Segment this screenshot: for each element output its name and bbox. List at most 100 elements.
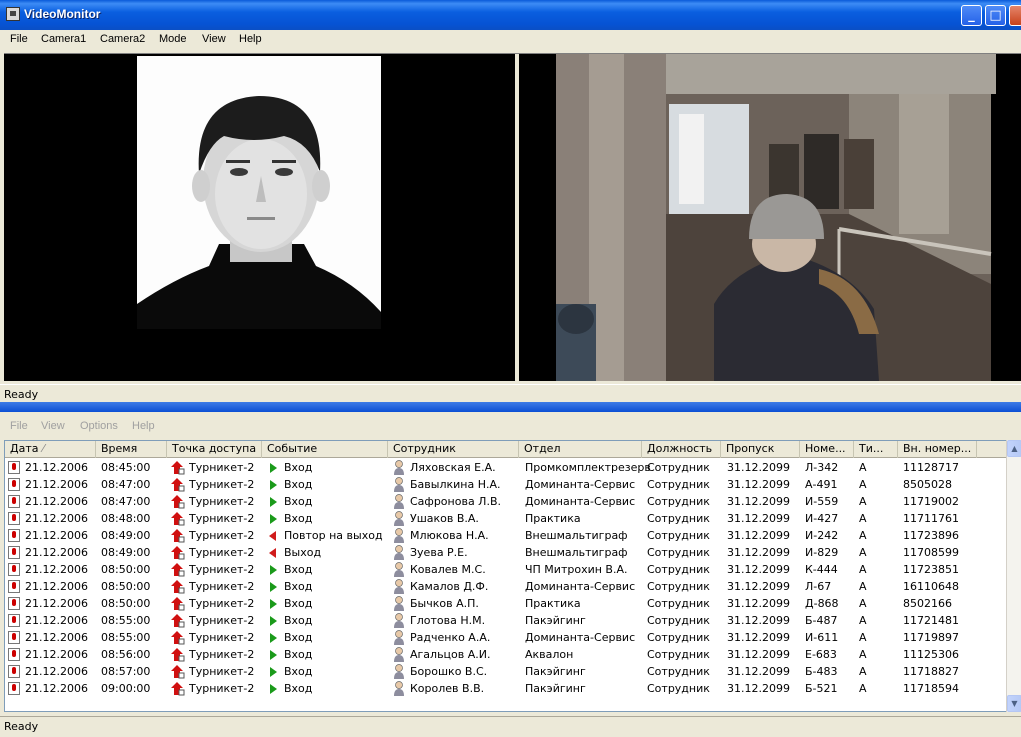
cell-date: 21.12.2006 [25, 495, 88, 508]
turnstile-arrow-icon [171, 546, 185, 560]
cell-date: 21.12.2006 [25, 682, 88, 695]
cell-pass: 31.12.2099 [727, 563, 790, 576]
cell-date: 21.12.2006 [25, 478, 88, 491]
col-department[interactable]: Отдел [519, 441, 642, 458]
cell-time: 08:56:00 [101, 648, 151, 661]
green-triangle-icon [270, 565, 277, 575]
cell-ext: 11723851 [903, 563, 959, 576]
table-row[interactable]: 21.12.2006 08:55:00 Турникет-2 Вход Глотова … [5, 612, 1006, 629]
col-access-point[interactable]: Точка доступа [167, 441, 262, 458]
col-type[interactable]: Ти... [854, 441, 898, 458]
green-triangle-icon [270, 633, 277, 643]
table-row[interactable]: 21.12.2006 08:50:00 Турникет-2 Вход Ковалев … [5, 561, 1006, 578]
close-button[interactable] [1009, 5, 1021, 26]
cell-event: Вход [284, 563, 313, 576]
cell-pass: 31.12.2099 [727, 648, 790, 661]
cell-dept: Пакэйгинг [525, 682, 586, 695]
cell-ext: 11719897 [903, 631, 959, 644]
cell-dept: Доминанта-Сервис [525, 495, 636, 508]
col-time[interactable]: Время [96, 441, 167, 458]
table-row[interactable]: 21.12.2006 08:56:00 Турникет-2 Вход Агальцов… [5, 646, 1006, 663]
cell-point: Турникет-2 [189, 461, 255, 474]
cell-dept: Внешмальтиграф [525, 546, 628, 559]
col-employee[interactable]: Сотрудник [388, 441, 519, 458]
cell-date: 21.12.2006 [25, 461, 88, 474]
col-event[interactable]: Событие [262, 441, 388, 458]
cell-pass: 31.12.2099 [727, 682, 790, 695]
table-row[interactable]: 21.12.2006 08:49:00 Турникет-2 Повтор на вы… [5, 527, 1006, 544]
table-row[interactable]: 21.12.2006 08:57:00 Турникет-2 Вход Борошко … [5, 663, 1006, 680]
cell-event: Вход [284, 631, 313, 644]
scroll-down-icon[interactable]: ▼ [1007, 695, 1021, 712]
table-row[interactable]: 21.12.2006 08:50:00 Турникет-2 Вход Камалов … [5, 578, 1006, 595]
table-row[interactable]: 21.12.2006 08:47:00 Турникет-2 Вход Бавылкин… [5, 476, 1006, 493]
menu-camera1[interactable]: Camera1 [41, 33, 86, 45]
cell-date: 21.12.2006 [25, 580, 88, 593]
menu2-options[interactable]: Options [80, 420, 118, 432]
cell-date: 21.12.2006 [25, 529, 88, 542]
cell-point: Турникет-2 [189, 546, 255, 559]
col-ext-number[interactable]: Вн. номер... [898, 441, 977, 458]
cell-pos: Сотрудник [647, 478, 710, 491]
cell-dept: Доминанта-Сервис [525, 631, 636, 644]
menu2-view[interactable]: View [41, 420, 65, 432]
alarm-card-icon [8, 512, 20, 525]
green-triangle-icon [270, 514, 277, 524]
window-splitter[interactable] [0, 402, 1021, 412]
cell-event: Вход [284, 648, 313, 661]
cell-num: И-559 [805, 495, 839, 508]
camera1-view [4, 54, 515, 381]
table-row[interactable]: 21.12.2006 08:48:00 Турникет-2 Вход Ушаков В… [5, 510, 1006, 527]
cell-event: Вход [284, 665, 313, 678]
alarm-card-icon [8, 648, 20, 661]
menu-mode[interactable]: Mode [159, 33, 187, 45]
event-grid: Дата ⁄ Время Точка доступа Событие Сотруд… [4, 440, 1007, 712]
cell-time: 08:50:00 [101, 563, 151, 576]
table-row[interactable]: 21.12.2006 08:49:00 Турникет-2 Выход Зуева Р… [5, 544, 1006, 561]
cell-emp: Камалов Д.Ф. [410, 580, 489, 593]
camera2-view [519, 54, 1021, 381]
turnstile-arrow-icon [171, 648, 185, 662]
cell-pass: 31.12.2099 [727, 529, 790, 542]
table-row[interactable]: 21.12.2006 09:00:00 Турникет-2 Вход Королев … [5, 680, 1006, 697]
table-row[interactable]: 21.12.2006 08:47:00 Турникет-2 Вход Сафронов… [5, 493, 1006, 510]
alarm-card-icon [8, 631, 20, 644]
col-position[interactable]: Должность [642, 441, 721, 458]
col-date[interactable]: Дата ⁄ [5, 441, 96, 458]
status-bar-bottom: Ready [0, 716, 1021, 737]
turnstile-arrow-icon [171, 529, 185, 543]
vertical-scrollbar[interactable]: ▲ ▼ [1006, 440, 1021, 712]
red-triangle-icon [269, 531, 276, 541]
maximize-button[interactable]: □ [985, 5, 1006, 26]
person-icon [394, 664, 404, 679]
cell-pos: Сотрудник [647, 648, 710, 661]
cell-dept: Внешмальтиграф [525, 529, 628, 542]
table-row[interactable]: 21.12.2006 08:50:00 Турникет-2 Вход Бычков А… [5, 595, 1006, 612]
cell-pass: 31.12.2099 [727, 495, 790, 508]
minimize-button[interactable]: _ [961, 5, 982, 26]
menu-view[interactable]: View [202, 33, 226, 45]
table-row[interactable]: 21.12.2006 08:55:00 Турникет-2 Вход Радченко… [5, 629, 1006, 646]
menu-help[interactable]: Help [239, 33, 262, 45]
cell-point: Турникет-2 [189, 478, 255, 491]
person-icon [394, 647, 404, 662]
alarm-card-icon [8, 546, 20, 559]
cell-emp: Ушаков В.А. [410, 512, 479, 525]
cell-ext: 11718827 [903, 665, 959, 678]
col-number[interactable]: Номе... [800, 441, 854, 458]
menu-file[interactable]: File [10, 33, 28, 45]
cell-pos: Сотрудник [647, 495, 710, 508]
scroll-up-icon[interactable]: ▲ [1007, 440, 1021, 457]
cell-dept: ЧП Митрохин В.А. [525, 563, 628, 576]
menu2-file[interactable]: File [10, 420, 28, 432]
cell-time: 08:50:00 [101, 580, 151, 593]
person-icon [394, 460, 404, 475]
cell-date: 21.12.2006 [25, 563, 88, 576]
menu-camera2[interactable]: Camera2 [100, 33, 145, 45]
table-row[interactable]: 21.12.2006 08:45:00 Турникет-2 Вход Ляховска… [5, 459, 1006, 476]
col-pass[interactable]: Пропуск [721, 441, 800, 458]
alarm-card-icon [8, 597, 20, 610]
cell-emp: Бавылкина Н.А. [410, 478, 501, 491]
cell-pos: Сотрудник [647, 665, 710, 678]
menu2-help[interactable]: Help [132, 420, 155, 432]
